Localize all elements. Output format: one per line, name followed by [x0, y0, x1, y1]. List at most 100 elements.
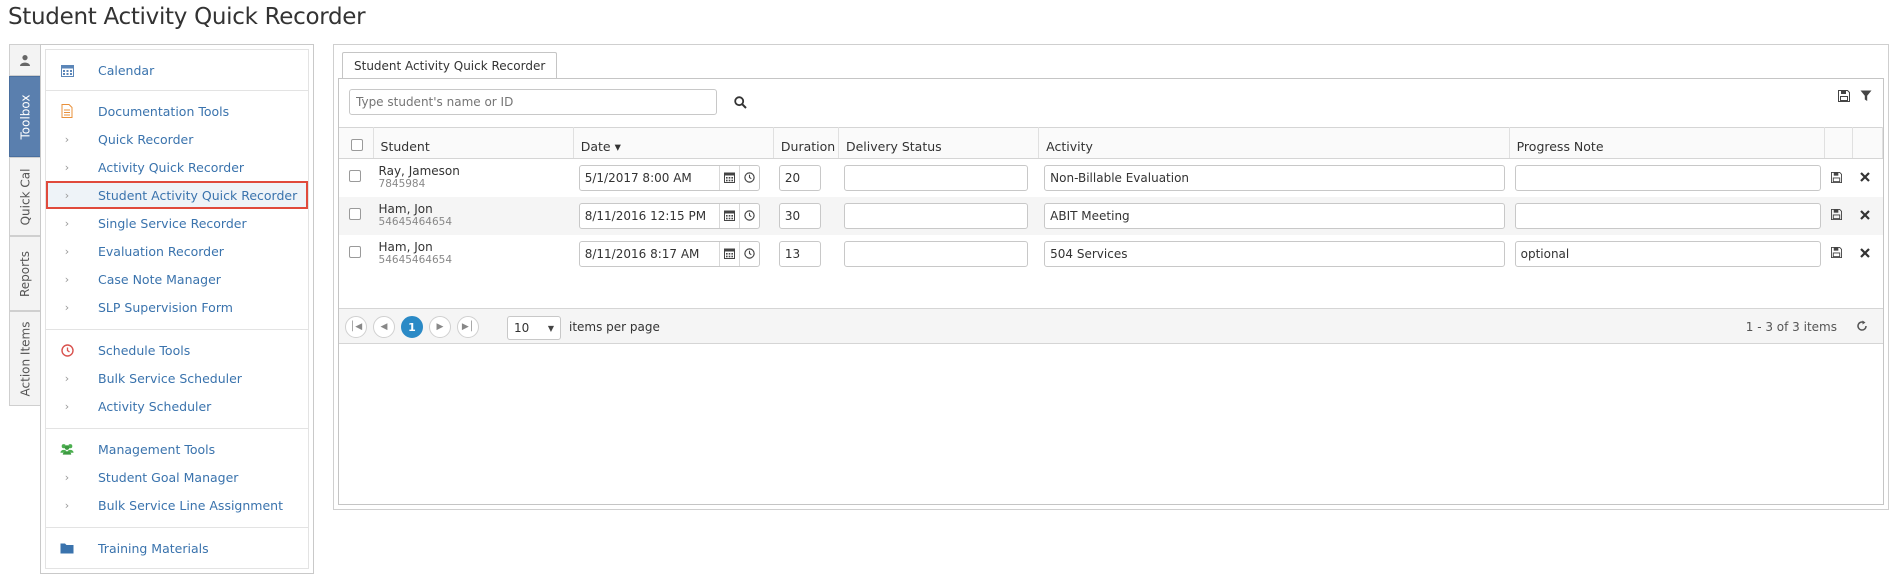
chevron-right-icon: › — [64, 160, 70, 174]
clock-icon[interactable] — [738, 203, 759, 228]
delete-icon[interactable] — [1858, 208, 1872, 222]
sidebar-item-label: Student Activity Quick Recorder — [98, 187, 298, 203]
sidebar-training-materials[interactable]: Training Materials — [46, 534, 308, 562]
column-activity[interactable]: Activity — [1038, 127, 1510, 159]
save-icon[interactable] — [1830, 246, 1844, 260]
sidebar-item-label: Quick Recorder — [98, 131, 194, 147]
date-time-picker[interactable]: 5/1/2017 8:00 AM — [578, 164, 760, 191]
delivery-status-select[interactable] — [843, 202, 1028, 229]
last-page-icon[interactable]: ▶│ — [457, 316, 479, 338]
chevron-right-icon: › — [64, 470, 70, 484]
progress-note-input[interactable]: optional — [1514, 240, 1821, 267]
sidebar-item-label: Evaluation Recorder — [98, 243, 224, 259]
date-value[interactable]: 8/11/2016 12:15 PM — [580, 209, 719, 223]
tab-toolbox[interactable]: Toolbox — [9, 76, 40, 157]
date-time-picker[interactable]: 8/11/2016 8:17 AM — [578, 240, 760, 267]
sidebar-item-label: Activity Quick Recorder — [98, 159, 245, 175]
calendar-icon[interactable] — [718, 203, 739, 228]
refresh-icon[interactable] — [1855, 319, 1869, 333]
sidebar-item-student-goal-manager[interactable]: › Student Goal Manager — [46, 463, 308, 491]
sidebar-item-activity-quick-recorder[interactable]: › Activity Quick Recorder — [46, 153, 308, 181]
duration-input[interactable]: 20 — [778, 164, 821, 191]
sidebar-item-single-service-recorder[interactable]: › Single Service Recorder — [46, 209, 308, 237]
student-name: Ham, Jon — [378, 240, 433, 254]
tab-user[interactable] — [9, 44, 40, 76]
activity-select[interactable]: 504 Services — [1044, 240, 1506, 267]
tab-quick-cal[interactable]: Quick Cal — [9, 157, 40, 236]
table-row: Ham, Jon 54645464654 8/11/2016 12:15 PM 3… — [339, 196, 1883, 235]
sidebar-management-tools[interactable]: Management Tools — [46, 435, 308, 463]
delivery-status-select[interactable] — [843, 164, 1028, 191]
select-all-checkbox[interactable] — [351, 139, 363, 151]
row-checkbox[interactable] — [349, 208, 361, 220]
date-time-picker[interactable]: 8/11/2016 12:15 PM — [578, 202, 760, 229]
column-save — [1824, 127, 1853, 159]
student-id: 54645464654 — [378, 216, 453, 228]
page-size-select[interactable]: 10 ▼ — [507, 316, 561, 340]
save-icon[interactable] — [1830, 208, 1844, 222]
progress-note-input[interactable] — [1514, 202, 1821, 229]
sidebar-item-evaluation-recorder[interactable]: › Evaluation Recorder — [46, 237, 308, 265]
delete-icon[interactable] — [1858, 246, 1872, 260]
caret-down-icon: ▼ — [547, 323, 554, 333]
sidebar-documentation-tools[interactable]: Documentation Tools — [46, 97, 308, 125]
prev-page-icon[interactable]: ◀ — [373, 316, 395, 338]
first-page-icon[interactable]: │◀ — [345, 316, 367, 338]
activity-select[interactable]: Non-Billable Evaluation — [1044, 164, 1506, 191]
student-id: 54645464654 — [378, 254, 453, 266]
duration-input[interactable]: 13 — [778, 240, 821, 267]
clock-icon[interactable] — [738, 241, 759, 266]
filter-icon[interactable] — [1859, 89, 1873, 103]
document-icon — [60, 104, 74, 118]
sidebar-calendar-link[interactable]: Calendar — [46, 56, 308, 84]
sidebar-schedule-label: Schedule Tools — [98, 342, 191, 358]
duration-input[interactable]: 30 — [778, 202, 821, 229]
student-name: Ray, Jameson — [378, 164, 460, 179]
row-checkbox[interactable] — [349, 246, 361, 258]
save-all-icon[interactable] — [1837, 89, 1851, 103]
sidebar-item-quick-recorder[interactable]: › Quick Recorder — [46, 125, 308, 153]
select-all-cell — [339, 127, 374, 159]
progress-note-input[interactable] — [1514, 164, 1821, 191]
row-checkbox[interactable] — [349, 170, 361, 183]
toolbox-sidebar: Calendar Documentation Tools › Quick Reco… — [40, 44, 314, 574]
activity-grid: Student Date ▾ Duration Delivery Status … — [339, 127, 1884, 273]
column-delivery-status[interactable]: Delivery Status — [838, 127, 1040, 159]
current-page-button[interactable]: 1 — [401, 316, 423, 338]
grid-header-row: Student Date ▾ Duration Delivery Status … — [339, 127, 1884, 159]
date-value[interactable]: 5/1/2017 8:00 AM — [580, 171, 719, 185]
column-progress-note[interactable]: Progress Note — [1509, 127, 1825, 159]
sidebar-schedule-tools[interactable]: Schedule Tools — [46, 336, 308, 364]
sidebar-item-label: SLP Supervision Form — [98, 299, 233, 315]
tab-student-activity-quick-recorder[interactable]: Student Activity Quick Recorder — [342, 52, 558, 80]
user-icon — [20, 55, 30, 66]
tab-toolbox-label: Toolbox — [18, 94, 32, 139]
delivery-status-select[interactable] — [843, 240, 1028, 267]
sidebar-management-label: Management Tools — [98, 441, 216, 457]
calendar-icon[interactable] — [718, 241, 739, 266]
sidebar-item-case-note-manager[interactable]: › Case Note Manager — [46, 265, 308, 293]
chevron-right-icon: › — [64, 132, 70, 146]
column-date[interactable]: Date ▾ — [573, 127, 774, 159]
sidebar-item-bulk-service-line-assignment[interactable]: › Bulk Service Line Assignment — [46, 491, 308, 519]
search-icon[interactable] — [731, 93, 749, 111]
column-student[interactable]: Student — [373, 127, 574, 159]
date-value[interactable]: 8/11/2016 8:17 AM — [580, 247, 719, 261]
tab-action-items[interactable]: Action Items — [9, 311, 40, 406]
next-page-icon[interactable]: ▶ — [429, 316, 451, 338]
clock-icon[interactable] — [738, 165, 759, 190]
tab-reports[interactable]: Reports — [9, 236, 40, 311]
chevron-right-icon: › — [64, 244, 70, 258]
calendar-icon[interactable] — [718, 165, 739, 190]
student-search-input[interactable] — [349, 89, 717, 115]
sidebar-item-bulk-service-scheduler[interactable]: › Bulk Service Scheduler — [46, 364, 308, 392]
sidebar-item-student-activity-quick-recorder[interactable]: › Student Activity Quick Recorder — [46, 181, 308, 209]
save-icon[interactable] — [1830, 170, 1844, 184]
sidebar-item-activity-scheduler[interactable]: › Activity Scheduler — [46, 392, 308, 420]
activity-select[interactable]: ABIT Meeting — [1044, 202, 1506, 229]
sidebar-item-slp-supervision-form[interactable]: › SLP Supervision Form — [46, 293, 308, 321]
delete-icon[interactable] — [1858, 170, 1872, 184]
column-duration[interactable]: Duration — [773, 127, 839, 159]
search-row — [349, 89, 747, 115]
items-per-page-label: items per page — [569, 320, 660, 334]
